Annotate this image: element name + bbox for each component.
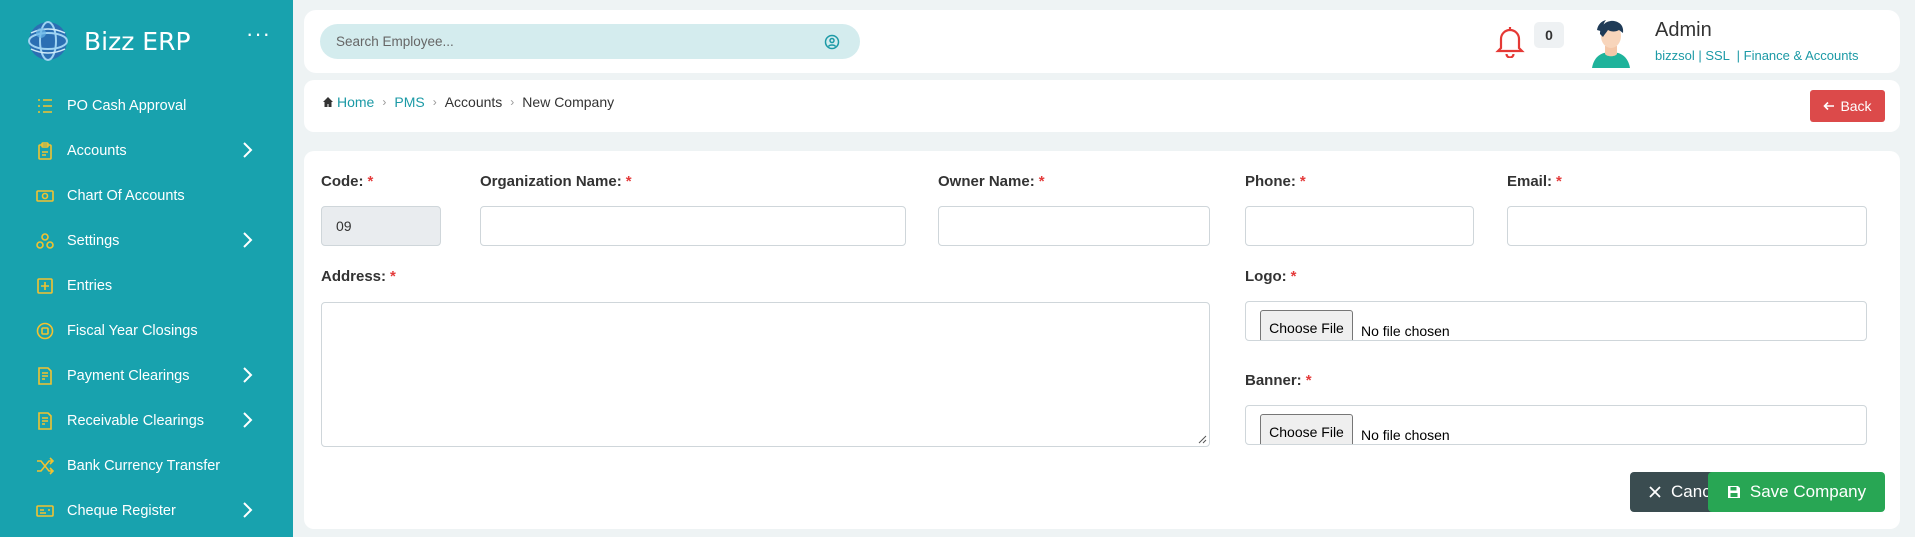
sidebar-item-receivable-clearings[interactable]: Receivable Clearings bbox=[0, 398, 293, 443]
email-field[interactable] bbox=[1507, 206, 1867, 246]
close-icon bbox=[1649, 486, 1661, 498]
top-bar: 0 Admin bizzsol | SSL | Finance & Accoun… bbox=[304, 10, 1900, 73]
chevron-right-icon bbox=[237, 365, 257, 385]
breadcrumb-bar: Home › PMS › Accounts › New Company Back bbox=[304, 80, 1900, 132]
address-textarea[interactable] bbox=[321, 302, 1210, 447]
clipboard-icon bbox=[34, 140, 56, 162]
chevron-right-icon: › bbox=[432, 95, 437, 109]
logo-label: Logo: * bbox=[1245, 268, 1297, 285]
sidebar-item-label: PO Cash Approval bbox=[67, 97, 187, 114]
chevron-right-icon bbox=[237, 140, 257, 160]
money-icon bbox=[34, 185, 56, 207]
logo-file-input[interactable]: Choose File No file chosen bbox=[1245, 301, 1867, 341]
owner-name-field[interactable] bbox=[938, 206, 1210, 246]
sidebar-item-label: Receivable Clearings bbox=[67, 412, 205, 429]
sidebar-item-bank-currency-transfer[interactable]: Bank Currency Transfer bbox=[0, 443, 293, 488]
main-area: 0 Admin bizzsol | SSL | Finance & Accoun… bbox=[293, 0, 1915, 537]
email-label: Email: * bbox=[1507, 173, 1562, 190]
back-button[interactable]: Back bbox=[1810, 90, 1885, 122]
save-icon bbox=[1727, 486, 1740, 498]
banner-label: Banner: * bbox=[1245, 372, 1312, 389]
globe-logo-icon bbox=[28, 21, 68, 61]
resize-grip-icon[interactable] bbox=[1197, 434, 1207, 444]
shuffle-icon bbox=[34, 455, 56, 477]
sidebar-item-label: Chart Of Accounts bbox=[67, 187, 185, 204]
banner-no-file-text: No file chosen bbox=[1361, 427, 1450, 443]
sidebar-item-label: Payment Clearings bbox=[67, 367, 190, 384]
chevron-right-icon bbox=[237, 500, 257, 520]
banner-choose-file-button[interactable]: Choose File bbox=[1260, 414, 1353, 444]
breadcrumb-accounts: Accounts bbox=[444, 94, 503, 110]
home-icon bbox=[323, 97, 333, 107]
plus-box-icon bbox=[34, 275, 56, 297]
code-field[interactable] bbox=[321, 206, 441, 246]
sidebar-item-label: Settings bbox=[67, 232, 120, 249]
bell-icon[interactable] bbox=[1494, 24, 1526, 58]
sidebar-item-cheque-register[interactable]: Cheque Register bbox=[0, 488, 293, 533]
sidebar-item-chart-of-accounts[interactable]: Chart Of Accounts bbox=[0, 173, 293, 218]
sidebar-item-entries[interactable]: Entries bbox=[0, 263, 293, 308]
more-dots-icon[interactable]: ··· bbox=[246, 23, 271, 45]
logo-choose-file-button[interactable]: Choose File bbox=[1260, 310, 1353, 340]
save-label: Save Company bbox=[1749, 482, 1867, 501]
search-input[interactable] bbox=[320, 24, 860, 59]
brand-name: Bizz ERP bbox=[84, 26, 191, 56]
sidebar: Bizz ERP ··· PO Cash Approval Accounts C… bbox=[0, 0, 293, 537]
search-icon[interactable] bbox=[824, 34, 840, 50]
brand[interactable]: Bizz ERP bbox=[26, 18, 191, 64]
coin-icon bbox=[34, 320, 56, 342]
sidebar-item-settings[interactable]: Settings bbox=[0, 218, 293, 263]
breadcrumb-home[interactable]: Home bbox=[337, 94, 374, 110]
phone-label: Phone: * bbox=[1245, 173, 1306, 190]
sidebar-item-label: Accounts bbox=[67, 142, 127, 159]
sidebar-item-payment-clearings[interactable]: Payment Clearings bbox=[0, 353, 293, 398]
breadcrumb-current: New Company bbox=[522, 94, 615, 110]
breadcrumb-pms[interactable]: PMS bbox=[394, 94, 424, 110]
chevron-right-icon: › bbox=[382, 95, 387, 109]
chevron-right-icon: › bbox=[510, 95, 515, 109]
invoice-icon bbox=[34, 410, 56, 432]
sidebar-item-label: Fiscal Year Closings bbox=[67, 322, 198, 339]
code-label: Code: * bbox=[321, 173, 374, 190]
sidebar-item-accounts[interactable]: Accounts bbox=[0, 128, 293, 173]
organization-name-label: Organization Name: * bbox=[480, 173, 632, 190]
avatar[interactable] bbox=[1588, 16, 1634, 68]
chevron-right-icon bbox=[237, 410, 257, 430]
sidebar-item-po-cash-approval[interactable]: PO Cash Approval bbox=[0, 83, 293, 128]
sidebar-item-label: Cheque Register bbox=[67, 502, 176, 519]
sidebar-item-label: Entries bbox=[67, 277, 113, 294]
cheque-icon bbox=[34, 500, 56, 522]
settings-icon bbox=[34, 230, 56, 252]
breadcrumb: Home › PMS › Accounts › New Company bbox=[322, 94, 614, 110]
chevron-right-icon bbox=[237, 230, 257, 250]
notification-count: 0 bbox=[1534, 22, 1564, 48]
phone-field[interactable] bbox=[1245, 206, 1474, 246]
save-company-button[interactable]: Save Company bbox=[1708, 472, 1885, 512]
sidebar-item-label: Bank Currency Transfer bbox=[67, 457, 221, 474]
user-name: Admin bbox=[1655, 19, 1712, 41]
invoice-icon bbox=[34, 365, 56, 387]
list-icon bbox=[34, 95, 56, 117]
banner-file-input[interactable]: Choose File No file chosen bbox=[1245, 405, 1867, 445]
sidebar-item-fiscal-year-closings[interactable]: Fiscal Year Closings bbox=[0, 308, 293, 353]
sidebar-menu: PO Cash Approval Accounts Chart Of Accou… bbox=[0, 83, 293, 533]
address-label: Address: * bbox=[321, 268, 396, 285]
logo-no-file-text: No file chosen bbox=[1361, 323, 1450, 339]
arrow-left-icon bbox=[1823, 101, 1835, 111]
back-label: Back bbox=[1840, 98, 1872, 114]
user-meta: bizzsol | SSL | Finance & Accounts bbox=[1655, 48, 1859, 63]
owner-name-label: Owner Name: * bbox=[938, 173, 1045, 190]
organization-name-field[interactable] bbox=[480, 206, 906, 246]
